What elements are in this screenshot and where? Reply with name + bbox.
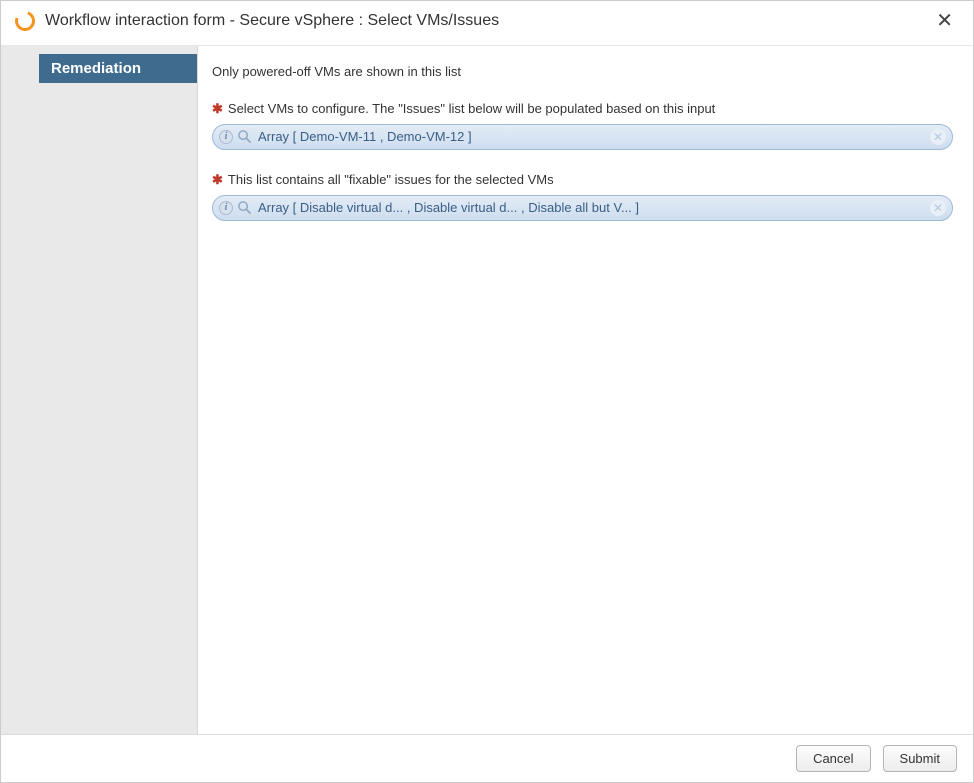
clear-icon[interactable]: ✕ xyxy=(930,200,946,216)
cancel-button-label: Cancel xyxy=(813,751,853,766)
titlebar: Workflow interaction form - Secure vSphe… xyxy=(1,1,973,45)
field-label-row: ✱ This list contains all "fixable" issue… xyxy=(212,172,953,189)
submit-button[interactable]: Submit xyxy=(883,745,957,772)
sidebar-step-label: Remediation xyxy=(51,60,141,77)
vms-array-input[interactable]: i Array [ Demo-VM-11 , Demo-VM-12 ] ✕ xyxy=(212,124,953,150)
issues-array-input[interactable]: i Array [ Disable virtual d... , Disable… xyxy=(212,195,953,221)
dialog-body: Remediation Only powered-off VMs are sho… xyxy=(1,45,973,734)
window: Workflow interaction form - Secure vSphe… xyxy=(0,0,974,783)
main-panel: Only powered-off VMs are shown in this l… xyxy=(198,46,973,734)
submit-button-label: Submit xyxy=(900,751,940,766)
required-asterisk-icon: ✱ xyxy=(212,101,223,118)
search-icon[interactable] xyxy=(237,200,252,215)
sidebar: Remediation xyxy=(1,46,198,734)
footer: Cancel Submit xyxy=(1,734,973,782)
field-select-vms: ✱ Select VMs to configure. The "Issues" … xyxy=(212,101,953,150)
field-label-row: ✱ Select VMs to configure. The "Issues" … xyxy=(212,101,953,118)
issues-array-value: Array [ Disable virtual d... , Disable v… xyxy=(258,200,930,215)
vro-logo-icon xyxy=(12,8,39,35)
info-text: Only powered-off VMs are shown in this l… xyxy=(212,64,953,79)
cancel-button[interactable]: Cancel xyxy=(796,745,870,772)
info-icon[interactable]: i xyxy=(219,201,233,215)
field-label: Select VMs to configure. The "Issues" li… xyxy=(228,101,715,116)
search-icon[interactable] xyxy=(237,129,252,144)
clear-icon[interactable]: ✕ xyxy=(930,129,946,145)
window-title: Workflow interaction form - Secure vSphe… xyxy=(45,12,932,30)
field-label: This list contains all "fixable" issues … xyxy=(228,172,554,187)
close-icon[interactable]: ✕ xyxy=(932,11,957,31)
info-icon[interactable]: i xyxy=(219,130,233,144)
required-asterisk-icon: ✱ xyxy=(212,172,223,189)
sidebar-step-remediation[interactable]: Remediation xyxy=(39,54,197,83)
vms-array-value: Array [ Demo-VM-11 , Demo-VM-12 ] xyxy=(258,129,930,144)
field-fixable-issues: ✱ This list contains all "fixable" issue… xyxy=(212,172,953,221)
